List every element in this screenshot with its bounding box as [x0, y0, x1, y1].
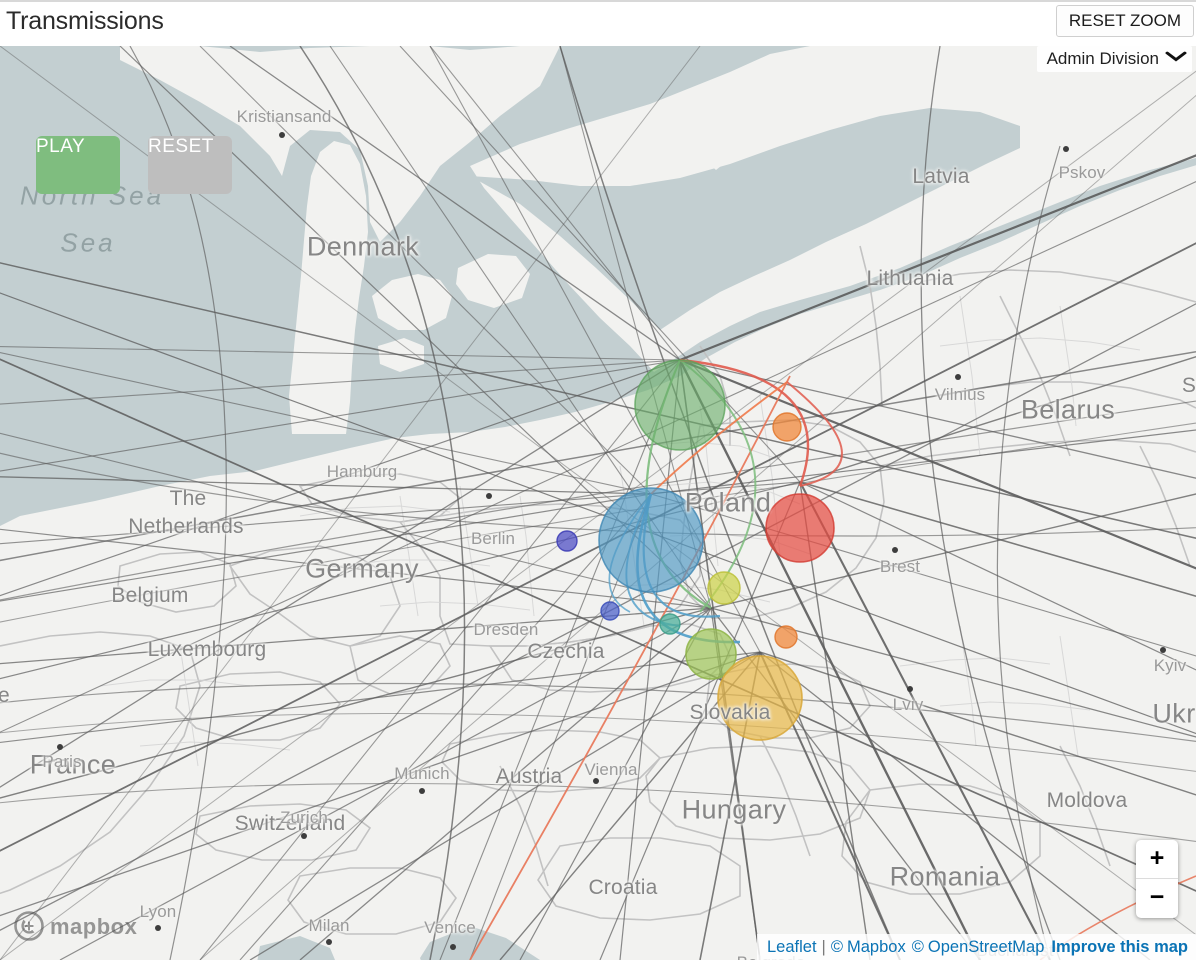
chevron-down-icon	[1165, 45, 1187, 71]
zoom-control: + −	[1136, 840, 1178, 918]
data-circle	[598, 487, 704, 593]
app-header: Transmissions RESET ZOOM	[0, 0, 1196, 46]
zoom-out-button[interactable]: −	[1136, 879, 1178, 918]
attribution-mapbox-link[interactable]: Mapbox	[847, 938, 906, 957]
data-circle	[659, 613, 681, 635]
reset-button[interactable]: RESET	[148, 136, 232, 194]
data-circle	[707, 571, 741, 605]
data-circle	[765, 493, 835, 563]
data-circle	[556, 530, 578, 552]
copyright-icon: ©	[830, 937, 844, 956]
zoom-in-button[interactable]: +	[1136, 840, 1178, 879]
attribution-osm-link[interactable]: OpenStreetMap	[928, 938, 1044, 957]
reset-zoom-button[interactable]: RESET ZOOM	[1055, 5, 1194, 37]
data-circle	[772, 412, 802, 442]
map-canvas[interactable]: North Sea Sea Denmark Latvia Lithuania B…	[0, 46, 1196, 960]
data-circle	[774, 625, 798, 649]
attribution-separator: |	[821, 937, 826, 956]
attribution-bar: Leaflet | © Mapbox © OpenStreetMap Impro…	[757, 934, 1196, 960]
admin-division-dropdown[interactable]: Admin Division	[1036, 45, 1192, 72]
admin-division-label: Admin Division	[1046, 49, 1159, 68]
data-circle	[634, 359, 726, 451]
attribution-improve-link[interactable]: Improve this map	[1051, 938, 1188, 957]
mapbox-logo[interactable]: mapbox	[14, 911, 148, 946]
data-circle	[717, 655, 803, 741]
page-title: Transmissions	[6, 7, 164, 35]
transmissions-map-app: Transmissions RESET ZOOM Admin Division	[0, 0, 1196, 960]
play-button[interactable]: PLAY	[36, 136, 120, 194]
svg-text:mapbox: mapbox	[50, 914, 138, 939]
copyright-icon-2: ©	[911, 937, 924, 956]
data-circle	[600, 601, 620, 621]
attribution-leaflet-link[interactable]: Leaflet	[767, 938, 817, 957]
